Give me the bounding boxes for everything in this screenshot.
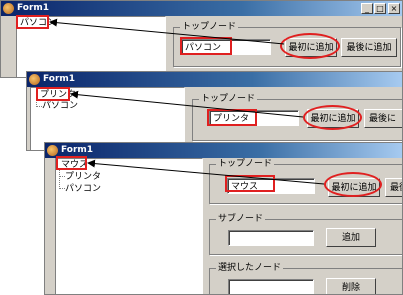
annotation-arrows	[49, 18, 325, 185]
arrow-3	[87, 159, 325, 185]
arrow-2	[70, 90, 304, 118]
arrow-1	[49, 18, 285, 45]
